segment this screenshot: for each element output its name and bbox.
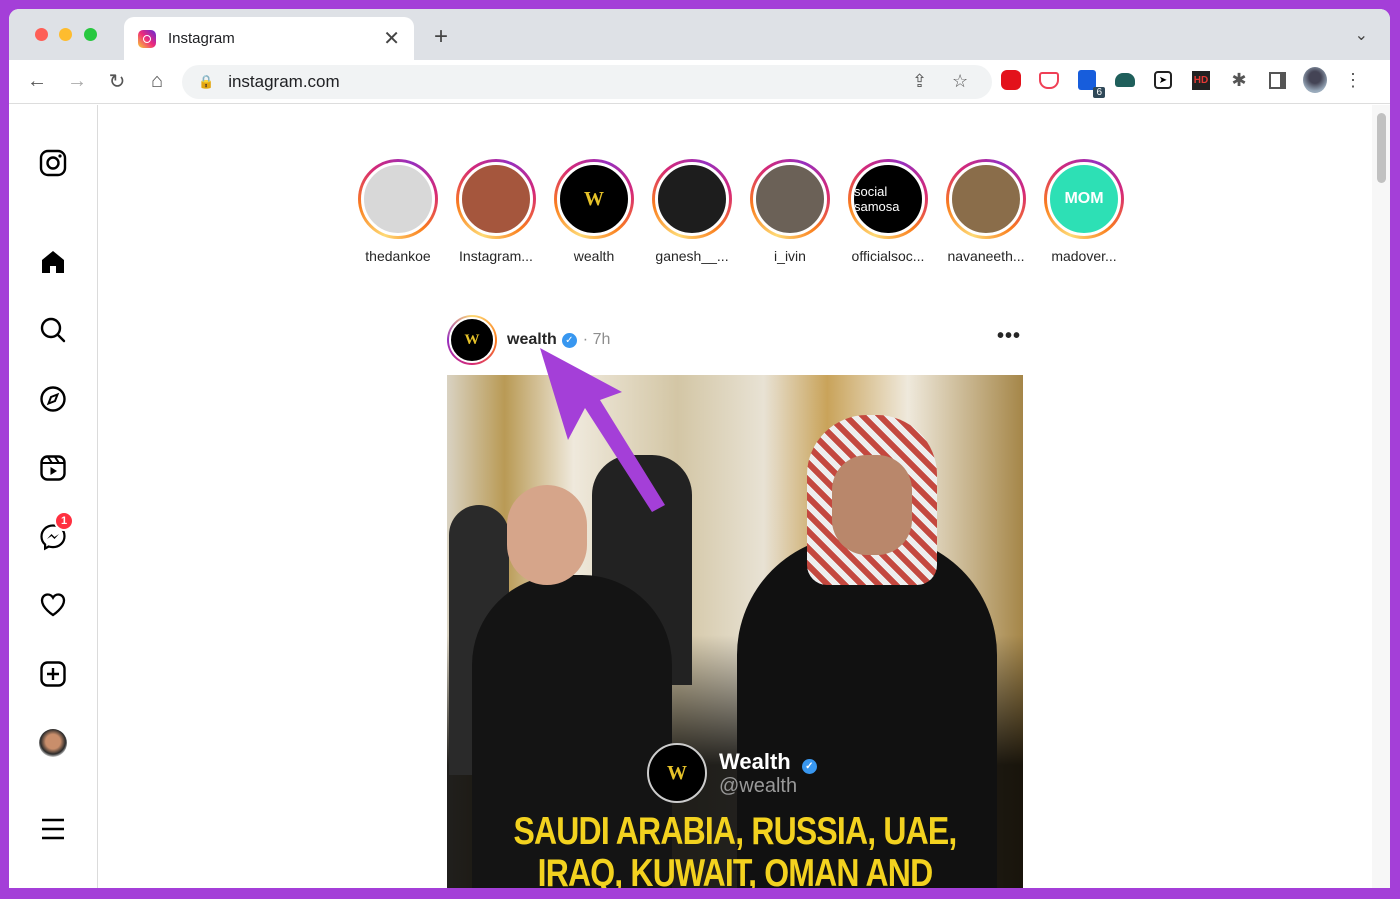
tab-title: Instagram bbox=[168, 30, 235, 47]
messenger-icon[interactable]: 1 bbox=[37, 511, 74, 553]
story-ring bbox=[456, 159, 536, 239]
story-item[interactable]: thedankoe bbox=[349, 159, 447, 264]
instagram-favicon-icon bbox=[138, 29, 156, 48]
story-avatar: MOM bbox=[1047, 162, 1121, 236]
extensions-area: 6 ➤ HD ✱ ⋮ bbox=[999, 67, 1365, 98]
story-item[interactable]: i_ivin bbox=[741, 159, 839, 264]
stories-tray: thedankoe Instagram... Wwealth ganesh__... i… bbox=[349, 159, 1133, 264]
image-overlay-account: W Wealth ✓ @wealth bbox=[647, 743, 817, 803]
notification-badge: 1 bbox=[54, 511, 74, 531]
bitwarden-icon[interactable]: 6 bbox=[1075, 68, 1105, 98]
story-item[interactable]: Wwealth bbox=[545, 159, 643, 264]
story-ring bbox=[652, 159, 732, 239]
heart-notifications-icon[interactable] bbox=[37, 589, 69, 621]
story-username: madover... bbox=[1051, 248, 1117, 264]
scrollbar[interactable] bbox=[1372, 105, 1390, 888]
address-bar[interactable]: 🔒 instagram.com ⇪ ☆ bbox=[182, 65, 992, 99]
headline-line: IRAQ, KUWAIT, OMAN AND ALGERIA bbox=[537, 852, 934, 889]
profile-avatar[interactable] bbox=[37, 727, 69, 759]
story-item[interactable]: MOM madover... bbox=[1035, 159, 1133, 264]
bookmark-star-icon[interactable]: ☆ bbox=[952, 71, 968, 92]
overlay-handle: @wealth bbox=[719, 774, 798, 797]
more-options-icon[interactable]: ••• bbox=[997, 325, 1021, 348]
home-icon[interactable] bbox=[37, 246, 69, 278]
story-ring bbox=[946, 159, 1026, 239]
close-tab-icon[interactable]: ✕ bbox=[383, 26, 400, 51]
story-ring: W bbox=[554, 159, 634, 239]
scrollbar-thumb[interactable] bbox=[1377, 113, 1386, 183]
toolbar: ← → ↻ ⌂ 🔒 instagram.com ⇪ ☆ 6 ➤ HD ✱ ⋮ bbox=[9, 60, 1390, 104]
instagram-logo-icon[interactable] bbox=[37, 147, 69, 179]
story-avatar bbox=[753, 162, 827, 236]
browser-window: Instagram ✕ + ⌄ ← → ↻ ⌂ 🔒 instagram.com … bbox=[9, 9, 1390, 888]
story-avatar: W bbox=[557, 162, 631, 236]
post-author-avatar[interactable]: W bbox=[447, 315, 497, 365]
story-item[interactable]: Instagram... bbox=[447, 159, 545, 264]
story-username: Instagram... bbox=[459, 248, 533, 264]
story-username: navaneeth... bbox=[947, 248, 1025, 264]
side-panel-icon[interactable] bbox=[1265, 68, 1289, 92]
post-image[interactable]: W Wealth ✓ @wealth SAUDI ARABIA, RUSSIA,… bbox=[447, 375, 1023, 888]
story-ring: social samosa bbox=[848, 159, 928, 239]
image-headline: SAUDI ARABIA, RUSSIA, UAE, IRAQ, KUWAIT,… bbox=[499, 810, 971, 889]
puzzle-extensions-icon[interactable]: ✱ bbox=[1227, 68, 1251, 92]
tab-instagram[interactable]: Instagram ✕ bbox=[124, 17, 414, 60]
pocket-icon[interactable] bbox=[1037, 68, 1061, 92]
menu-kebab-icon[interactable]: ⋮ bbox=[1341, 68, 1365, 92]
story-avatar bbox=[949, 162, 1023, 236]
post-time: · 7h bbox=[582, 331, 611, 348]
tab-search-chevron-icon[interactable]: ⌄ bbox=[1355, 25, 1368, 45]
url-text: instagram.com bbox=[228, 72, 340, 91]
instagram-page: 1 thedankoe Instagram... Wwealth ganesh__..… bbox=[9, 105, 1390, 888]
home-button[interactable]: ⌂ bbox=[137, 70, 177, 93]
lock-icon: 🔒 bbox=[198, 74, 215, 89]
post-header: W wealth ✓ · 7h ••• bbox=[447, 315, 1023, 365]
wealth-logo: W bbox=[647, 743, 707, 803]
search-icon[interactable] bbox=[37, 314, 69, 346]
adblock-icon[interactable] bbox=[999, 68, 1023, 92]
verified-badge-icon: ✓ bbox=[561, 332, 577, 348]
story-ring: MOM bbox=[1044, 159, 1124, 239]
post-username[interactable]: wealth bbox=[507, 331, 557, 349]
verified-badge-icon: ✓ bbox=[801, 758, 817, 774]
story-avatar bbox=[361, 162, 435, 236]
profile-avatar[interactable] bbox=[1303, 67, 1327, 93]
hamburger-menu-icon[interactable] bbox=[37, 813, 69, 845]
telegram-icon[interactable]: ➤ bbox=[1151, 68, 1175, 92]
post-time-value: 7h bbox=[592, 331, 611, 348]
story-ring bbox=[358, 159, 438, 239]
reload-button[interactable]: ↻ bbox=[97, 69, 137, 94]
story-username: officialsoc... bbox=[851, 248, 925, 264]
minimize-window-button[interactable] bbox=[59, 28, 72, 41]
create-plus-icon[interactable] bbox=[37, 658, 69, 690]
story-avatar bbox=[459, 162, 533, 236]
share-icon[interactable]: ⇪ bbox=[912, 71, 927, 92]
new-tab-button[interactable]: + bbox=[434, 23, 448, 51]
explore-compass-icon[interactable] bbox=[37, 383, 69, 415]
headline-line: SAUDI ARABIA, RUSSIA, UAE, bbox=[513, 810, 957, 853]
feed-post: W wealth ✓ · 7h ••• W Wealth ✓ @wealth S… bbox=[447, 315, 1023, 888]
hd-extension-icon[interactable]: HD bbox=[1189, 68, 1213, 92]
sidebar: 1 bbox=[9, 105, 98, 888]
story-username: ganesh__... bbox=[655, 248, 729, 264]
story-username: i_ivin bbox=[774, 248, 806, 264]
maximize-window-button[interactable] bbox=[84, 28, 97, 41]
back-button[interactable]: ← bbox=[17, 70, 57, 93]
incognito-extension-icon[interactable] bbox=[1113, 68, 1137, 92]
overlay-name: Wealth bbox=[719, 748, 791, 774]
story-item[interactable]: social samosa officialsoc... bbox=[839, 159, 937, 264]
story-username: wealth bbox=[573, 248, 615, 264]
tab-bar: Instagram ✕ + ⌄ bbox=[9, 9, 1390, 60]
story-ring bbox=[750, 159, 830, 239]
image-figure bbox=[832, 455, 912, 555]
image-figure bbox=[507, 485, 587, 585]
story-username: thedankoe bbox=[365, 248, 431, 264]
close-window-button[interactable] bbox=[35, 28, 48, 41]
forward-button[interactable]: → bbox=[57, 70, 97, 93]
story-avatar bbox=[655, 162, 729, 236]
story-item[interactable]: navaneeth... bbox=[937, 159, 1035, 264]
reels-icon[interactable] bbox=[37, 452, 69, 484]
story-avatar: social samosa bbox=[851, 162, 925, 236]
story-item[interactable]: ganesh__... bbox=[643, 159, 741, 264]
